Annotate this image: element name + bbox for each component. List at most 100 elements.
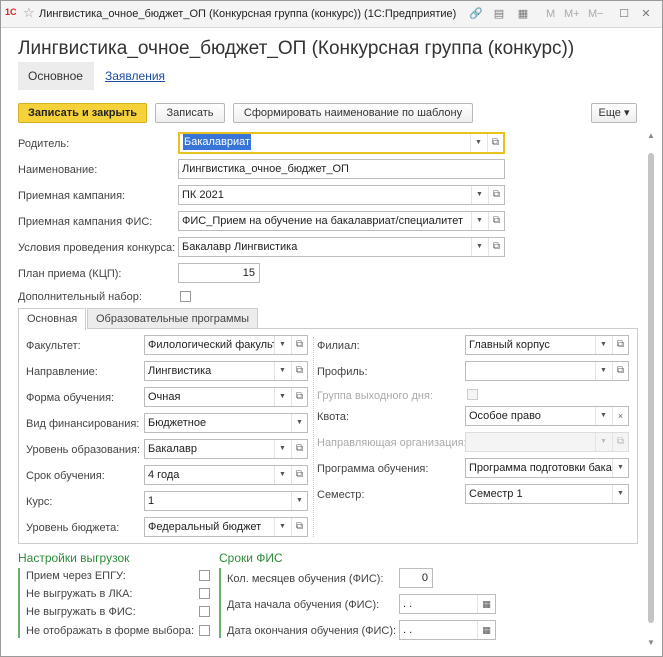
nav-tab-applications[interactable]: Заявления xyxy=(95,62,175,90)
chevron-down-icon[interactable]: ▼ xyxy=(291,492,307,510)
memory-plus-button[interactable]: M+ xyxy=(564,8,580,20)
nav-tab-main[interactable]: Основное xyxy=(18,62,94,90)
chevron-down-icon[interactable]: ▼ xyxy=(274,440,290,458)
extra-checkbox[interactable] xyxy=(180,291,191,302)
more-button[interactable]: Еще ▾ xyxy=(591,103,637,123)
course-field[interactable]: 1 ▼ xyxy=(144,491,308,511)
plan-field[interactable]: 15 xyxy=(178,263,260,283)
tab-programs[interactable]: Образовательные программы xyxy=(87,308,259,329)
link-icon[interactable]: 🔗 xyxy=(468,6,484,22)
program-value: Программа подготовки бака xyxy=(469,462,612,474)
chevron-down-icon[interactable]: ▼ xyxy=(274,466,290,484)
save-button[interactable]: Записать xyxy=(155,103,225,123)
org-label: Направляющая организация: xyxy=(317,437,467,449)
chevron-down-icon[interactable]: ▼ xyxy=(471,186,487,204)
generate-name-button[interactable]: Сформировать наименование по шаблону xyxy=(233,103,473,123)
open-icon[interactable]: ⧉ xyxy=(488,212,504,230)
maximize-icon[interactable]: ☐ xyxy=(616,6,632,22)
open-icon[interactable]: ⧉ xyxy=(291,466,307,484)
chevron-down-icon[interactable]: ▼ xyxy=(274,362,290,380)
form-field[interactable]: Очная ▼ ⧉ xyxy=(144,387,308,407)
memory-m-button[interactable]: M xyxy=(546,8,555,20)
epgu-label: Прием через ЕПГУ: xyxy=(26,570,126,582)
plan-label: План приема (КЦП): xyxy=(18,268,122,280)
calendar-icon[interactable]: ▦ xyxy=(477,621,495,639)
chevron-down-icon[interactable]: ▼ xyxy=(274,336,290,354)
faculty-field[interactable]: Филологический факульт ▼ ⧉ xyxy=(144,335,308,355)
program-field[interactable]: Программа подготовки бака ▼ xyxy=(465,458,629,478)
quota-label: Квота: xyxy=(317,411,350,423)
end-date-field[interactable]: . . ▦ xyxy=(399,620,496,640)
open-icon[interactable]: ⧉ xyxy=(488,238,504,256)
conditions-field[interactable]: Бакалавр Лингвистика ▼ ⧉ xyxy=(178,237,505,257)
open-icon[interactable]: ⧉ xyxy=(291,440,307,458)
fis-campaign-field[interactable]: ФИС_Прием на обучение на бакалавриат/спе… xyxy=(178,211,505,231)
open-icon[interactable]: ⧉ xyxy=(487,134,503,152)
branch-field[interactable]: Главный корпус ▼ ⧉ xyxy=(465,335,629,355)
campaign-value: ПК 2021 xyxy=(182,189,224,201)
window-title: Лингвистика_очное_бюджет_ОП (Конкурсная … xyxy=(39,8,457,20)
open-icon[interactable]: ⧉ xyxy=(612,336,628,354)
semester-field[interactable]: Семестр 1 ▼ xyxy=(465,484,629,504)
title-bar: 1С ☆ Лингвистика_очное_бюджет_ОП (Конкур… xyxy=(1,1,662,28)
no-lka-checkbox[interactable] xyxy=(199,588,210,599)
campaign-field[interactable]: ПК 2021 ▼ ⧉ xyxy=(178,185,505,205)
open-icon[interactable]: ⧉ xyxy=(291,336,307,354)
chevron-down-icon[interactable]: ▼ xyxy=(595,362,611,380)
no-fis-checkbox[interactable] xyxy=(199,606,210,617)
no-show-checkbox[interactable] xyxy=(199,625,210,636)
chevron-down-icon[interactable]: ▼ xyxy=(274,388,290,406)
semester-value: Семестр 1 xyxy=(469,488,523,500)
parent-field[interactable]: Бакалавриат ▼ ⧉ xyxy=(178,132,505,154)
financing-label: Вид финансирования: xyxy=(26,418,140,430)
course-label: Курс: xyxy=(26,496,53,508)
calendar-icon[interactable]: ▦ xyxy=(515,6,531,22)
org-field: ▼ ⧉ xyxy=(465,432,629,452)
clear-icon[interactable]: × xyxy=(612,407,628,425)
epgu-checkbox[interactable] xyxy=(199,570,210,581)
scroll-down-icon[interactable]: ▼ xyxy=(647,638,655,647)
weekend-checkbox xyxy=(467,389,478,400)
chevron-down-icon[interactable]: ▼ xyxy=(471,238,487,256)
level-field[interactable]: Бакалавр ▼ ⧉ xyxy=(144,439,308,459)
chevron-down-icon[interactable]: ▼ xyxy=(595,336,611,354)
chevron-down-icon[interactable]: ▼ xyxy=(274,518,290,536)
open-icon[interactable]: ⧉ xyxy=(488,186,504,204)
name-field[interactable]: Лингвистика_очное_бюджет_ОП xyxy=(178,159,505,179)
conditions-label: Условия проведения конкурса: xyxy=(18,242,176,254)
term-field[interactable]: 4 года ▼ ⧉ xyxy=(144,465,308,485)
budget-field[interactable]: Федеральный бюджет ▼ ⧉ xyxy=(144,517,308,537)
chevron-down-icon[interactable]: ▼ xyxy=(612,485,628,503)
open-icon[interactable]: ⧉ xyxy=(291,362,307,380)
financing-field[interactable]: Бюджетное ▼ xyxy=(144,413,308,433)
vertical-scrollbar[interactable]: ▲ ▼ xyxy=(645,131,657,647)
quota-field[interactable]: Особое право ▼ × xyxy=(465,406,629,426)
scrollbar-thumb[interactable] xyxy=(648,153,654,623)
page-title: Лингвистика_очное_бюджет_ОП (Конкурсная … xyxy=(18,38,575,59)
open-icon[interactable]: ⧉ xyxy=(291,388,307,406)
chevron-down-icon[interactable]: ▼ xyxy=(291,414,307,432)
start-date-field[interactable]: . . ▦ xyxy=(399,594,496,614)
calendar-icon[interactable]: ▦ xyxy=(477,595,495,613)
open-icon[interactable]: ⧉ xyxy=(612,362,628,380)
print-icon[interactable]: ▤ xyxy=(491,6,507,22)
scroll-up-icon[interactable]: ▲ xyxy=(647,131,655,140)
close-icon[interactable]: ✕ xyxy=(638,6,654,22)
open-icon[interactable]: ⧉ xyxy=(291,518,307,536)
direction-field[interactable]: Лингвистика ▼ ⧉ xyxy=(144,361,308,381)
profile-field[interactable]: ▼ ⧉ xyxy=(465,361,629,381)
chevron-down-icon[interactable]: ▼ xyxy=(470,134,486,152)
faculty-value: Филологический факульт xyxy=(148,339,277,351)
tab-main[interactable]: Основная xyxy=(18,308,87,330)
save-close-button[interactable]: Записать и закрыть xyxy=(18,103,147,123)
start-date-value: . . xyxy=(403,598,413,610)
chevron-down-icon[interactable]: ▼ xyxy=(612,459,628,477)
branch-label: Филиал: xyxy=(317,340,360,352)
chevron-down-icon[interactable]: ▼ xyxy=(471,212,487,230)
months-field[interactable]: 0 xyxy=(399,568,433,588)
memory-minus-button[interactable]: M− xyxy=(588,8,604,20)
chevron-down-icon[interactable]: ▼ xyxy=(595,407,611,425)
direction-label: Направление: xyxy=(26,366,98,378)
favorite-icon[interactable]: ☆ xyxy=(23,5,35,21)
end-date-label: Дата окончания обучения (ФИС): xyxy=(227,625,397,637)
